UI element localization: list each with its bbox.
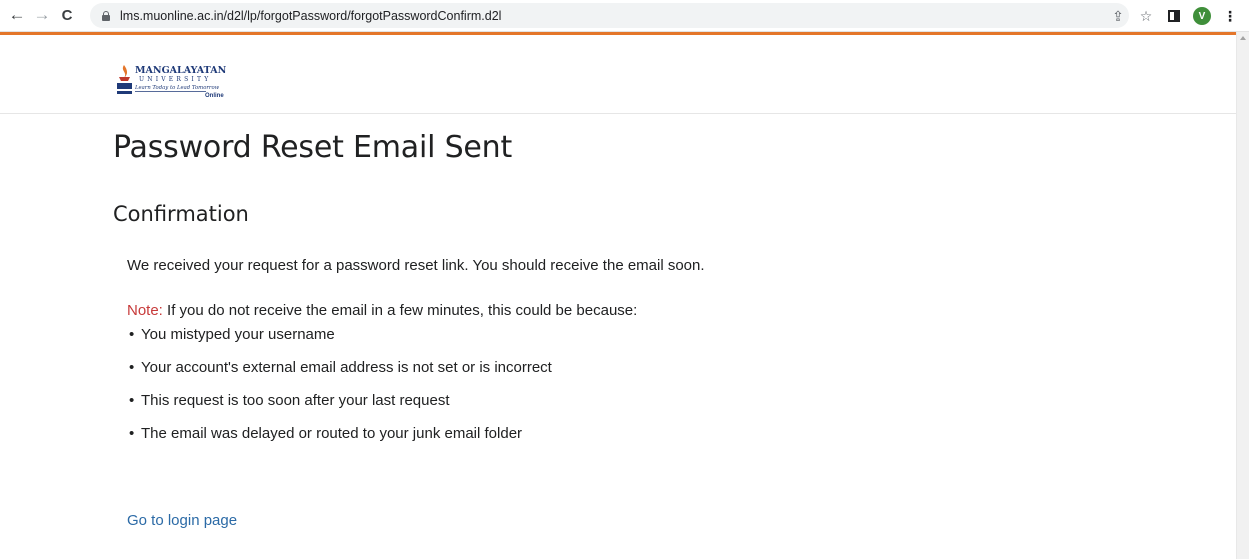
share-icon[interactable]: ⇪: [1107, 5, 1129, 27]
list-item: This request is too soon after your last…: [127, 391, 1127, 411]
logo-tagline: Learn Today to Lead Tomorrow: [134, 85, 220, 91]
side-panel-icon[interactable]: [1163, 5, 1185, 27]
go-to-login-link[interactable]: Go to login page: [127, 512, 237, 529]
list-item: You mistyped your username: [127, 325, 1127, 345]
forward-arrow-icon[interactable]: →: [31, 4, 53, 26]
address-bar[interactable]: lms.muonline.ac.in/d2l/lp/forgotPassword…: [90, 3, 1129, 28]
url-text[interactable]: lms.muonline.ac.in/d2l/lp/forgotPassword…: [120, 9, 501, 23]
browser-toolbar: ← → C lms.muonline.ac.in/d2l/lp/forgotPa…: [0, 0, 1249, 32]
note-line: Note: If you do not receive the email in…: [127, 301, 1127, 321]
vertical-scrollbar[interactable]: [1236, 32, 1249, 559]
reasons-list: You mistyped your username Your account'…: [127, 325, 1127, 444]
list-item: The email was delayed or routed to your …: [127, 424, 1127, 444]
university-logo[interactable]: MANGALAYATAN UNIVERSITY Learn Today to L…: [116, 63, 228, 99]
scroll-up-arrow-icon[interactable]: [1240, 36, 1246, 40]
note-text: If you do not receive the email in a few…: [162, 302, 638, 319]
browser-menu-icon[interactable]: ⋮: [1219, 5, 1241, 27]
logo-subname: UNIVERSITY: [139, 76, 211, 83]
lock-icon[interactable]: [100, 10, 112, 22]
profile-initial: V: [1193, 7, 1211, 25]
logo-name: MANGALAYATAN: [135, 65, 227, 76]
confirmation-message: We received your request for a password …: [127, 257, 705, 274]
toolbar-actions: ⇪ ☆ V ⋮: [1101, 5, 1241, 27]
note-label: Note:: [127, 302, 163, 319]
profile-avatar[interactable]: V: [1191, 5, 1213, 27]
page-title: Password Reset Email Sent: [113, 130, 513, 165]
list-item: Your account's external email address is…: [127, 358, 1127, 378]
bookmark-star-icon[interactable]: ☆: [1135, 5, 1157, 27]
confirmation-body: We received your request for a password …: [127, 256, 1127, 457]
site-header: MANGALAYATAN UNIVERSITY Learn Today to L…: [0, 35, 1236, 114]
back-arrow-icon[interactable]: ←: [6, 4, 28, 26]
section-heading: Confirmation: [113, 202, 249, 226]
reload-icon[interactable]: C: [56, 4, 78, 26]
logo-online: Online: [205, 93, 224, 99]
